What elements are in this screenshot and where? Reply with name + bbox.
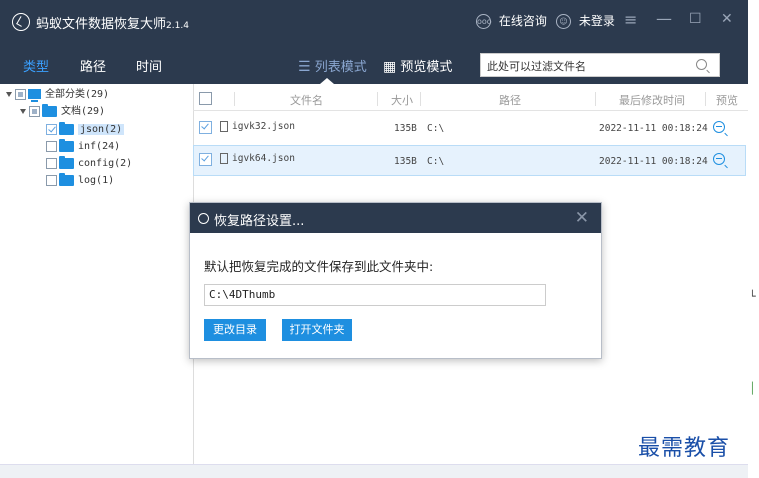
menu-icon[interactable]: ≡ [624, 10, 637, 29]
minimize-button[interactable]: — [656, 9, 672, 28]
tree-checkbox-docs[interactable] [29, 105, 40, 117]
tree-node-json[interactable]: json(2) [46, 121, 125, 138]
tree-checkbox-config[interactable] [46, 157, 57, 169]
dialog-close-button[interactable]: ✕ [575, 208, 589, 228]
tree-checkbox-log[interactable] [46, 174, 57, 186]
login-status[interactable]: ☺ 未登录 [556, 12, 615, 29]
tab-type[interactable]: 类型 [23, 56, 49, 75]
tree-label-all: 全部分类(29) [45, 89, 110, 100]
file-modified: 2022-11-11 00:18:24 [599, 156, 708, 167]
edge-mark: └ [749, 290, 756, 303]
col-header-name[interactable]: 文件名 [290, 92, 323, 108]
app-logo-icon [12, 13, 30, 31]
col-header-size[interactable]: 大小 [391, 92, 413, 108]
list-mode-label: 列表模式 [314, 60, 367, 75]
app-version: 2.1.4 [166, 21, 189, 31]
zoom-preview-icon[interactable] [713, 121, 725, 133]
status-bar [0, 464, 748, 478]
save-path-field[interactable]: C:\4DThumb [204, 284, 546, 306]
tree-label-docs: 文档(29) [61, 106, 106, 117]
file-modified: 2022-11-11 00:18:24 [599, 123, 708, 134]
zoom-preview-icon[interactable] [713, 153, 725, 165]
filter-input[interactable] [485, 55, 694, 77]
user-icon: ☺ [556, 14, 571, 29]
tree-label-config: config(2) [78, 158, 133, 169]
restore-path-dialog: 恢复路径设置... ✕ 默认把恢复完成的文件保存到此文件夹中: C:\4DThu… [189, 202, 602, 359]
tree-node-all[interactable]: 全部分类(29) [6, 87, 109, 103]
list-mode-button[interactable]: ☰ 列表模式 [298, 56, 367, 75]
table-row[interactable]: igvk64.json 135B C:\ 2022-11-11 00:18:24 [193, 145, 746, 176]
tree-node-docs[interactable]: 文档(29) [20, 103, 106, 120]
folder-icon [59, 138, 74, 152]
dialog-title: 恢复路径设置... [214, 214, 305, 229]
grid-icon: ▦ [383, 59, 397, 75]
tree-label-json: json(2) [78, 124, 125, 135]
tree-node-config[interactable]: config(2) [46, 155, 133, 172]
tab-time[interactable]: 时间 [136, 56, 162, 75]
tab-path[interactable]: 路径 [80, 56, 106, 75]
preview-mode-button[interactable]: ▦ 预览模式 [383, 56, 452, 75]
tree-label-inf: inf(24) [78, 141, 121, 152]
column-divider [234, 92, 235, 106]
folder-icon [42, 103, 57, 117]
folder-icon [59, 172, 74, 186]
col-header-path[interactable]: 路径 [499, 92, 521, 108]
tree-checkbox-inf[interactable] [46, 140, 57, 152]
tree-node-inf[interactable]: inf(24) [46, 138, 121, 155]
category-tree: 全部分类(29) 文档(29) json(2) inf(24) config(2… [0, 84, 194, 464]
toolbar: 类型 路径 时间 ☰ 列表模式 ▦ 预览模式 [0, 44, 748, 84]
title-bar: 蚂蚁文件数据恢复大师2.1.4 ooo 在线咨询 ☺ 未登录 ≡ — ☐ ✕ [0, 0, 748, 44]
open-folder-button[interactable]: 打开文件夹 [282, 319, 352, 341]
col-header-modified[interactable]: 最后修改时间 [619, 92, 685, 108]
chat-icon: ooo [476, 14, 492, 29]
select-all-checkbox[interactable] [199, 92, 212, 105]
filter-box [480, 53, 720, 77]
file-icon [220, 153, 228, 164]
tree-checkbox-all[interactable] [15, 88, 26, 100]
expand-arrow-icon[interactable] [20, 108, 26, 114]
login-label: 未登录 [578, 14, 615, 28]
file-path: C:\ [427, 156, 445, 167]
column-divider [595, 92, 596, 106]
close-button[interactable]: ✕ [721, 11, 733, 27]
file-name-text: igvk64.json [232, 153, 295, 164]
table-header: 文件名 大小 路径 最后修改时间 预览 [193, 88, 748, 111]
search-icon[interactable] [696, 59, 707, 70]
column-divider [377, 92, 378, 106]
tree-node-log[interactable]: log(1) [46, 172, 115, 189]
tree-label-log: log(1) [78, 175, 115, 186]
app-logo-icon [198, 213, 209, 224]
dialog-message: 默认把恢复完成的文件保存到此文件夹中: [204, 259, 434, 274]
row-checkbox[interactable] [199, 121, 212, 134]
online-consult-label: 在线咨询 [498, 14, 547, 28]
file-name: igvk32.json [220, 121, 295, 132]
right-edge [748, 0, 759, 477]
column-divider [705, 92, 706, 106]
computer-icon [28, 89, 41, 102]
file-size: 135B [394, 123, 417, 134]
table-row[interactable]: igvk32.json 135B C:\ 2022-11-11 00:18:24 [193, 113, 746, 144]
app-title: 蚂蚁文件数据恢复大师2.1.4 [36, 17, 189, 32]
preview-mode-label: 预览模式 [400, 60, 453, 75]
file-icon [220, 121, 228, 132]
watermark: 最需教育 [638, 436, 731, 461]
row-checkbox[interactable] [199, 153, 212, 166]
col-header-preview: 预览 [716, 94, 738, 107]
maximize-button[interactable]: ☐ [689, 11, 702, 27]
file-name-text: igvk32.json [232, 121, 295, 132]
list-icon: ☰ [298, 59, 311, 75]
change-directory-button[interactable]: 更改目录 [204, 319, 266, 341]
file-name: igvk64.json [220, 153, 295, 164]
tree-checkbox-json[interactable] [46, 123, 57, 135]
file-path: C:\ [427, 123, 445, 134]
dialog-header: 恢复路径设置... ✕ [190, 203, 601, 233]
folder-icon [59, 155, 74, 169]
expand-arrow-icon[interactable] [6, 91, 12, 97]
online-consult[interactable]: ooo 在线咨询 [476, 12, 547, 29]
folder-icon [59, 121, 74, 135]
edge-mark: │ [749, 382, 756, 395]
column-divider [420, 92, 421, 106]
file-size: 135B [394, 156, 417, 167]
